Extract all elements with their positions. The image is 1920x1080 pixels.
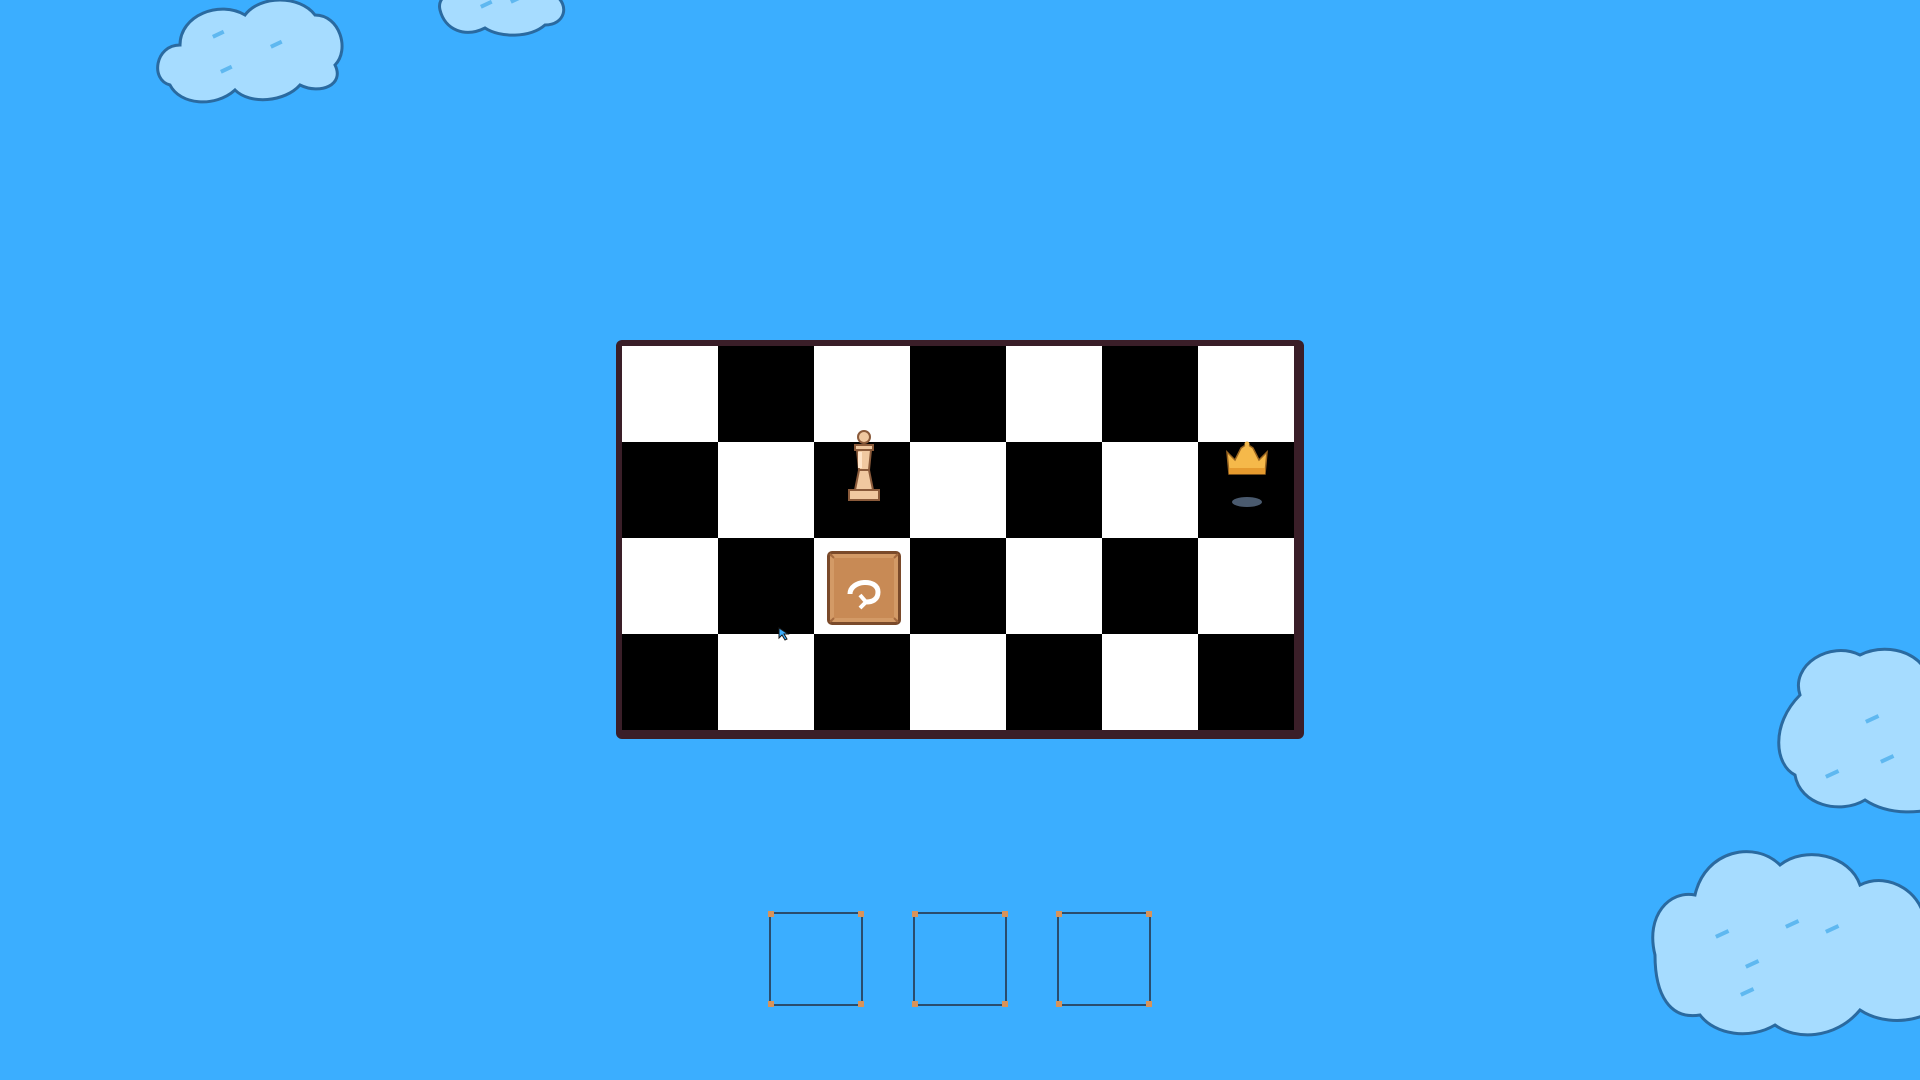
square-a3[interactable] — [622, 442, 718, 538]
square-b1[interactable] — [718, 634, 814, 730]
square-e4[interactable] — [1006, 346, 1102, 442]
square-f4[interactable] — [1102, 346, 1198, 442]
chess-board — [622, 346, 1294, 731]
square-b4[interactable] — [718, 346, 814, 442]
square-a4[interactable] — [622, 346, 718, 442]
square-f1[interactable] — [1102, 634, 1198, 730]
undo-tile-button[interactable] — [826, 550, 902, 626]
inventory-slot-2[interactable] — [912, 911, 1008, 1007]
square-d1[interactable] — [910, 634, 1006, 730]
square-d4[interactable] — [910, 346, 1006, 442]
slot-corner — [1002, 911, 1008, 917]
square-g4[interactable] — [1198, 346, 1294, 442]
square-e3[interactable] — [1006, 442, 1102, 538]
slot-corner — [912, 911, 918, 917]
square-f2[interactable] — [1102, 538, 1198, 634]
slot-corner — [858, 1001, 864, 1007]
cloud-right-middle — [1777, 647, 1920, 814]
game-scene — [0, 0, 1920, 1080]
slot-corner — [1056, 1001, 1062, 1007]
cloud-top-center — [438, 0, 566, 37]
square-d2[interactable] — [910, 538, 1006, 634]
slot-corner — [1146, 1001, 1152, 1007]
chess-board-frame — [616, 340, 1304, 739]
square-a2[interactable] — [622, 538, 718, 634]
mouse-cursor-icon — [778, 627, 790, 641]
slot-corner — [768, 1001, 774, 1007]
pawn-icon[interactable] — [843, 428, 885, 506]
slot-corner — [858, 911, 864, 917]
crown-goal-icon — [1226, 441, 1268, 507]
square-b3[interactable] — [718, 442, 814, 538]
square-e2[interactable] — [1006, 538, 1102, 634]
cloud-bottom-right — [1651, 850, 1920, 1037]
square-d3[interactable] — [910, 442, 1006, 538]
slot-corner — [768, 911, 774, 917]
inventory-slot-3[interactable] — [1056, 911, 1152, 1007]
slot-corner — [1146, 911, 1152, 917]
square-c1[interactable] — [814, 634, 910, 730]
cloud-top-left — [156, 0, 344, 104]
square-a1[interactable] — [622, 634, 718, 730]
square-b2[interactable] — [718, 538, 814, 634]
square-g2[interactable] — [1198, 538, 1294, 634]
square-f3[interactable] — [1102, 442, 1198, 538]
slot-corner — [912, 1001, 918, 1007]
square-e1[interactable] — [1006, 634, 1102, 730]
square-g1[interactable] — [1198, 634, 1294, 730]
slot-corner — [1056, 911, 1062, 917]
slot-corner — [1002, 1001, 1008, 1007]
inventory-slot-1[interactable] — [768, 911, 864, 1007]
